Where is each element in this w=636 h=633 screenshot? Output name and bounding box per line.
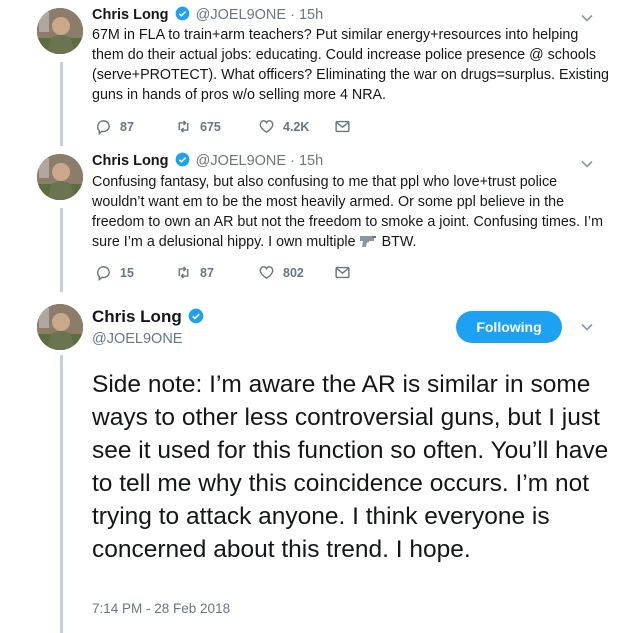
- dm-icon: [335, 266, 350, 279]
- verified-badge-icon: [175, 152, 189, 167]
- retweet-button[interactable]: 87: [175, 264, 214, 281]
- avatar[interactable]: [37, 304, 83, 350]
- author-name-text[interactable]: Chris Long: [92, 307, 182, 326]
- author-handle[interactable]: @JOEL9ONE: [196, 7, 286, 23]
- author-handle[interactable]: @JOEL9ONE: [196, 153, 286, 169]
- tweet-text: Confusing fantasy, but also confusing to…: [92, 172, 612, 252]
- retweet-icon: [178, 120, 189, 133]
- reply-icon: [97, 120, 110, 135]
- dm-button[interactable]: [334, 264, 351, 281]
- like-count: 802: [283, 265, 304, 280]
- reply-button[interactable]: 87: [95, 118, 134, 135]
- separator-dot: ·: [290, 153, 295, 169]
- like-icon: [259, 120, 274, 134]
- pistol-emoji-icon: [359, 236, 376, 247]
- tweet-header: Chris Long @JOEL9ONE · 15h: [92, 6, 323, 23]
- tweet-text: 67M in FLA to train+arm teachers? Put si…: [92, 27, 610, 103]
- retweet-button[interactable]: 675: [175, 118, 221, 135]
- tweet-time[interactable]: 15h: [299, 153, 323, 169]
- tweet-header: Chris Long @JOEL9ONE · 15h: [92, 152, 323, 169]
- like-icon: [259, 266, 274, 280]
- separator-dot: ·: [290, 7, 295, 23]
- tweet-timestamp[interactable]: 7:14 PM - 28 Feb 2018: [92, 601, 230, 616]
- reply-count: 87: [120, 119, 134, 134]
- retweet-count: 675: [200, 119, 221, 134]
- author-handle[interactable]: @JOEL9ONE: [92, 331, 182, 347]
- verified-badge-icon: [189, 308, 204, 324]
- like-button[interactable]: 4.2K: [258, 118, 309, 135]
- dm-button[interactable]: [334, 118, 351, 135]
- thread-line: [60, 208, 63, 292]
- verified-badge-icon: [175, 6, 189, 21]
- avatar[interactable]: [37, 8, 83, 54]
- tweet-time[interactable]: 15h: [299, 7, 323, 23]
- retweet-count: 87: [200, 265, 214, 280]
- author-name[interactable]: Chris Long: [92, 7, 169, 23]
- tweet-text-part: Confusing fantasy, but also confusing to…: [92, 174, 603, 250]
- dm-icon: [335, 120, 350, 133]
- reply-icon: [97, 266, 110, 281]
- reply-button[interactable]: 15: [95, 264, 134, 281]
- like-button[interactable]: 802: [258, 264, 304, 281]
- following-button[interactable]: Following: [456, 311, 562, 343]
- chevron-down-icon[interactable]: [580, 11, 594, 25]
- author-name[interactable]: Chris Long: [92, 153, 169, 169]
- like-count: 4.2K: [283, 119, 310, 134]
- author-name[interactable]: Chris Long: [92, 307, 206, 327]
- chevron-down-icon[interactable]: [580, 320, 594, 334]
- tweet-text: Side note: I’m aware the AR is similar i…: [92, 371, 609, 563]
- reply-count: 15: [120, 265, 134, 280]
- avatar[interactable]: [37, 154, 83, 200]
- chevron-down-icon[interactable]: [580, 157, 594, 171]
- thread-line: [60, 62, 63, 146]
- thread-line: [60, 355, 63, 633]
- retweet-icon: [178, 266, 189, 279]
- tweet-text-part: BTW.: [381, 234, 417, 250]
